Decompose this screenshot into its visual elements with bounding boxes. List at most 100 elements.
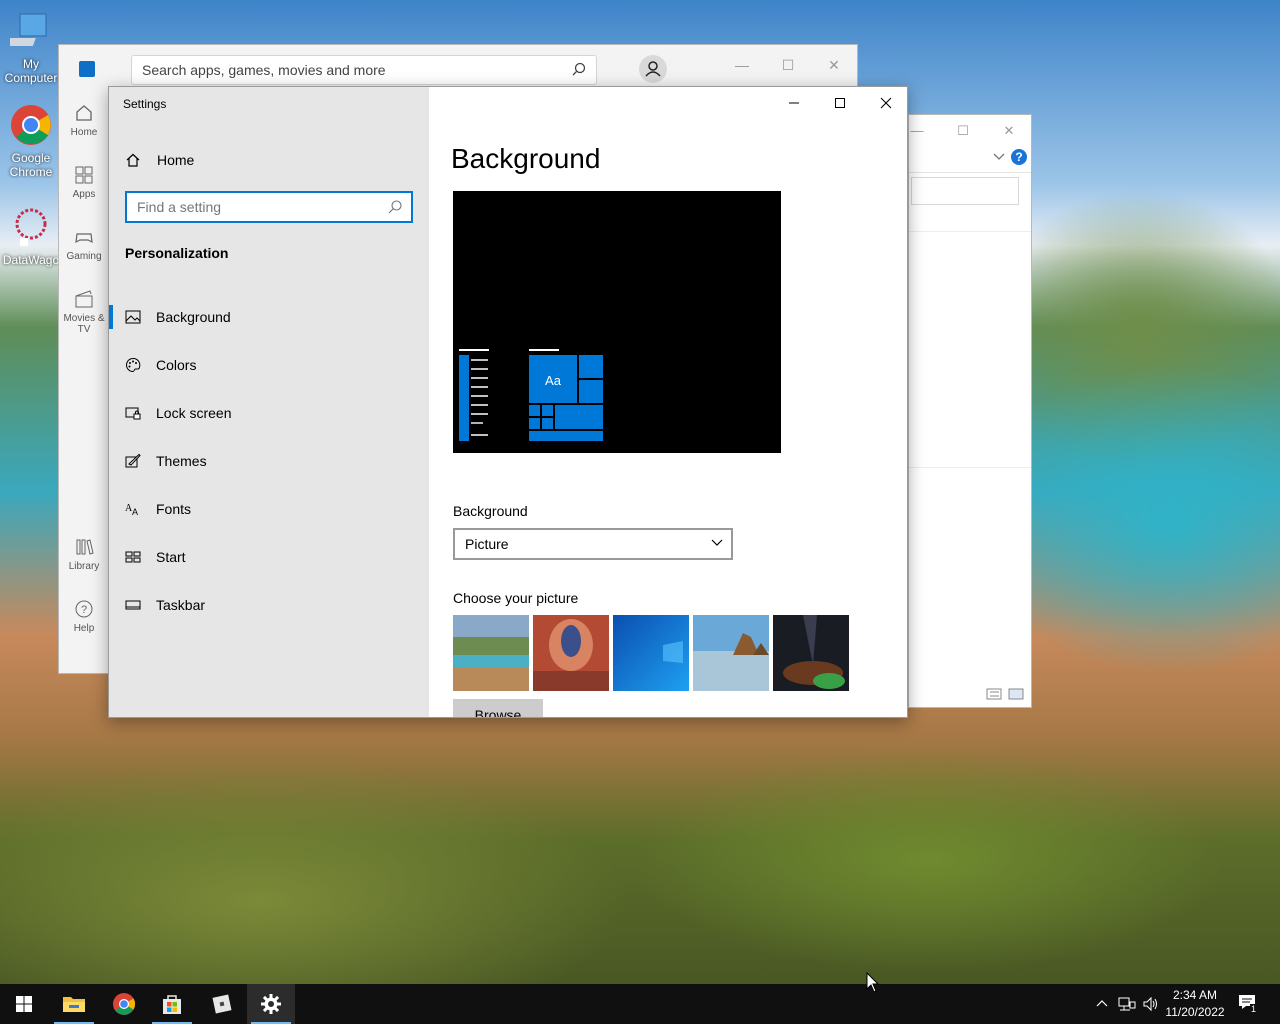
clapper-icon	[75, 290, 93, 308]
nav-item-label: Colors	[156, 357, 197, 373]
chrome-icon	[11, 105, 51, 145]
store-search-input[interactable]: Search apps, games, movies and more	[131, 55, 597, 85]
taskbar-file-explorer[interactable]	[50, 984, 98, 1024]
background-label: Background	[453, 503, 528, 519]
desktop-icon-google-chrome[interactable]: Google Chrome	[2, 104, 60, 179]
explorer-search-box[interactable]	[911, 177, 1019, 205]
nav-item-fonts[interactable]: AA Fonts	[109, 485, 429, 533]
action-center-button[interactable]: 1	[1238, 994, 1260, 1014]
store-nav-movies[interactable]: Movies & TV	[59, 279, 109, 341]
view-toggle-icons[interactable]	[985, 687, 1025, 701]
settings-window[interactable]: Settings Home Find a setting Personaliza…	[108, 86, 908, 718]
chevron-down-icon[interactable]	[993, 153, 1005, 161]
picture-thumbnail[interactable]	[773, 615, 849, 691]
explorer-window[interactable]: — ☐ ✕ ?	[908, 114, 1032, 708]
apps-icon	[75, 166, 93, 184]
settings-content: Background Aa Background Picture Choose …	[429, 87, 907, 717]
network-icon[interactable]	[1118, 996, 1136, 1012]
windows-logo-icon	[16, 996, 32, 1012]
taskbar: 2:34 AM 11/20/2022 1	[0, 984, 1280, 1024]
explorer-help-icon[interactable]: ?	[1011, 149, 1027, 165]
folder-icon	[63, 997, 85, 1012]
preview-tile-text: Aa	[545, 373, 561, 388]
explorer-maximize-button[interactable]: ☐	[943, 119, 983, 143]
store-nav-label: Movies & TV	[63, 313, 105, 335]
background-type-value: Picture	[465, 536, 509, 552]
store-search-placeholder: Search apps, games, movies and more	[142, 62, 386, 78]
nav-item-label: Lock screen	[156, 405, 232, 421]
lock-screen-icon	[125, 407, 141, 420]
desktop-icon-label: DataWago	[2, 253, 60, 267]
start-button[interactable]	[0, 984, 48, 1024]
taskbar-settings[interactable]	[247, 984, 295, 1024]
store-nav-home[interactable]: Home	[59, 93, 109, 155]
start-tiles-icon	[125, 551, 141, 563]
svg-text:A: A	[132, 507, 138, 517]
nav-item-themes[interactable]: Themes	[109, 437, 429, 485]
background-type-select[interactable]: Picture	[453, 528, 733, 560]
store-nav-gaming[interactable]: Gaming	[59, 217, 109, 279]
nav-item-label: Taskbar	[156, 597, 206, 613]
home-icon	[76, 105, 92, 121]
nav-item-colors[interactable]: Colors	[109, 341, 429, 389]
store-nav-label: Library	[68, 561, 100, 572]
taskbar-store[interactable]	[148, 984, 196, 1024]
divider	[909, 231, 1031, 232]
library-icon	[76, 539, 94, 555]
nav-item-start[interactable]: Start	[109, 533, 429, 581]
help-icon: ?	[75, 600, 93, 618]
picture-thumbnail[interactable]	[533, 615, 609, 691]
find-setting-input[interactable]: Find a setting	[125, 191, 413, 223]
fonts-icon: AA	[125, 503, 138, 517]
store-close-button[interactable]: ✕	[811, 51, 857, 79]
notification-count: 1	[1250, 1004, 1258, 1014]
desktop-icon-label: Google Chrome	[9, 151, 53, 179]
chevron-down-icon	[711, 539, 723, 546]
taskbar-clock[interactable]: 2:34 AM 11/20/2022	[1158, 987, 1232, 1021]
settings-sidebar: Settings Home Find a setting Personaliza…	[109, 87, 429, 717]
store-nav-help[interactable]: ? Help	[59, 589, 109, 651]
explorer-close-button[interactable]: ✕	[989, 119, 1029, 143]
app-tile-icon	[212, 994, 232, 1014]
picture-thumbnail[interactable]	[613, 615, 689, 691]
palette-icon	[126, 357, 141, 373]
svg-text:?: ?	[81, 604, 87, 616]
nav-item-background[interactable]: Background	[109, 293, 429, 341]
store-minimize-button[interactable]: —	[719, 51, 765, 79]
search-icon	[572, 62, 586, 76]
store-nav-library[interactable]: Library	[59, 527, 109, 589]
desktop-preview	[453, 191, 781, 453]
mouse-cursor-icon	[866, 972, 880, 993]
nav-item-label: Start	[156, 549, 186, 565]
store-logo-icon	[79, 61, 95, 77]
taskbar-chrome[interactable]	[100, 984, 148, 1024]
taskbar-app[interactable]	[198, 984, 246, 1024]
desktop-icon-my-computer[interactable]: My Computer	[2, 10, 60, 85]
store-nav-apps[interactable]: Apps	[59, 155, 109, 217]
nav-item-taskbar[interactable]: Taskbar	[109, 581, 429, 629]
account-avatar-icon[interactable]	[639, 55, 667, 83]
browse-button[interactable]: Browse	[453, 699, 543, 717]
themes-brush-icon	[125, 453, 141, 468]
nav-item-label: Themes	[156, 453, 207, 469]
store-maximize-button[interactable]: ☐	[765, 51, 811, 79]
preview-start-bar	[459, 349, 489, 351]
nav-item-lock-screen[interactable]: Lock screen	[109, 389, 429, 437]
picture-thumbnail[interactable]	[453, 615, 529, 691]
preview-start-column	[459, 355, 469, 441]
computer-icon	[2, 13, 47, 46]
tray-chevron-up-icon[interactable]	[1096, 998, 1108, 1008]
section-header: Personalization	[125, 245, 229, 261]
store-sidebar: Home Apps Gaming Movies & TV Library ? H…	[59, 93, 109, 651]
store-bag-icon	[163, 995, 181, 1014]
picture-thumbnails	[453, 615, 849, 691]
store-nav-label: Apps	[72, 189, 96, 200]
picture-thumbnail[interactable]	[693, 615, 769, 691]
settings-home-link[interactable]: Home	[125, 149, 194, 171]
picture-icon	[125, 310, 141, 324]
window-title: Settings	[123, 97, 167, 111]
nav-item-label: Background	[156, 309, 231, 325]
choose-picture-label: Choose your picture	[453, 590, 579, 606]
divider	[909, 467, 1031, 468]
desktop-icon-datawago[interactable]: DataWago	[2, 206, 60, 267]
